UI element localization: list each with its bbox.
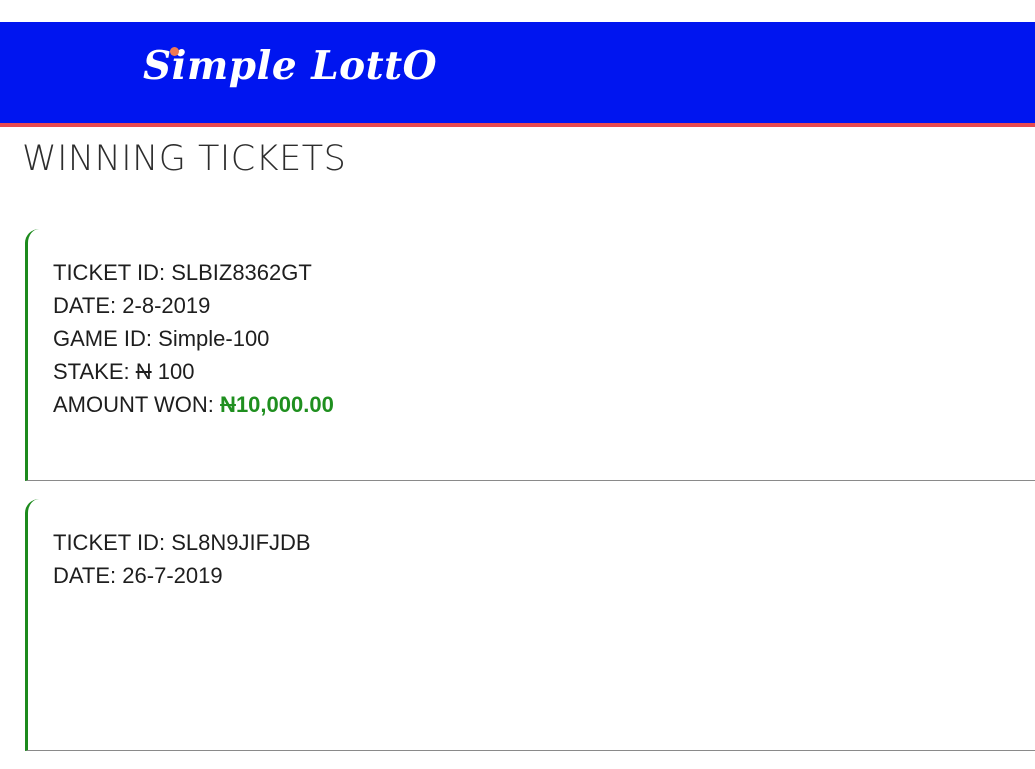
ticket-card: TICKET ID: SLBIZ8362GT DATE: 2-8-2019 GA… [25, 229, 1035, 481]
ticket-game-row: GAME ID: Simple-100 [53, 322, 1035, 355]
ticket-date-value: 2-8-2019 [122, 293, 211, 318]
ticket-game-value: Simple-100 [158, 326, 270, 351]
ticket-won-row: AMOUNT WON: N10,000.00 [53, 388, 1035, 421]
ticket-stake-row: STAKE: N 100 [53, 355, 1035, 388]
ticket-stake-value: 100 [157, 359, 195, 384]
ticket-won-amount: N10,000.00 [220, 392, 334, 417]
ticket-stake-label: STAKE: [53, 359, 130, 384]
winning-tickets-list: TICKET ID: SLBIZ8362GT DATE: 2-8-2019 GA… [0, 229, 1035, 769]
ticket-won-label: AMOUNT WON: [53, 392, 214, 417]
ticket-id-value: SL8N9JIFJDB [171, 530, 311, 555]
ticket-id-value: SLBIZ8362GT [171, 260, 312, 285]
site-header: Simple LottO [0, 22, 1035, 127]
ticket-date-value: 26-7-2019 [122, 563, 223, 588]
logo-dot-icon [170, 47, 179, 56]
ticket-won-value: 10,000.00 [235, 392, 334, 417]
naira-currency-icon: N [220, 392, 236, 417]
ticket-date-row: DATE: 26-7-2019 [53, 559, 1035, 592]
ticket-id-label: TICKET ID: [53, 260, 166, 285]
ticket-card: TICKET ID: SL8N9JIFJDB DATE: 26-7-2019 [25, 499, 1035, 751]
ticket-id-label: TICKET ID: [53, 530, 166, 555]
ticket-game-label: GAME ID: [53, 326, 153, 351]
ticket-id-row: TICKET ID: SL8N9JIFJDB [53, 526, 1035, 559]
ticket-date-label: DATE: [53, 563, 117, 588]
ticket-date-row: DATE: 2-8-2019 [53, 289, 1035, 322]
ticket-id-row: TICKET ID: SLBIZ8362GT [53, 256, 1035, 289]
top-spacer [0, 0, 1035, 22]
page-title: WINNING TICKETS [22, 139, 347, 179]
simple-lotto-logo[interactable]: Simple LottO [143, 38, 437, 94]
naira-currency-icon: N [135, 359, 152, 384]
ticket-date-label: DATE: [53, 293, 117, 318]
